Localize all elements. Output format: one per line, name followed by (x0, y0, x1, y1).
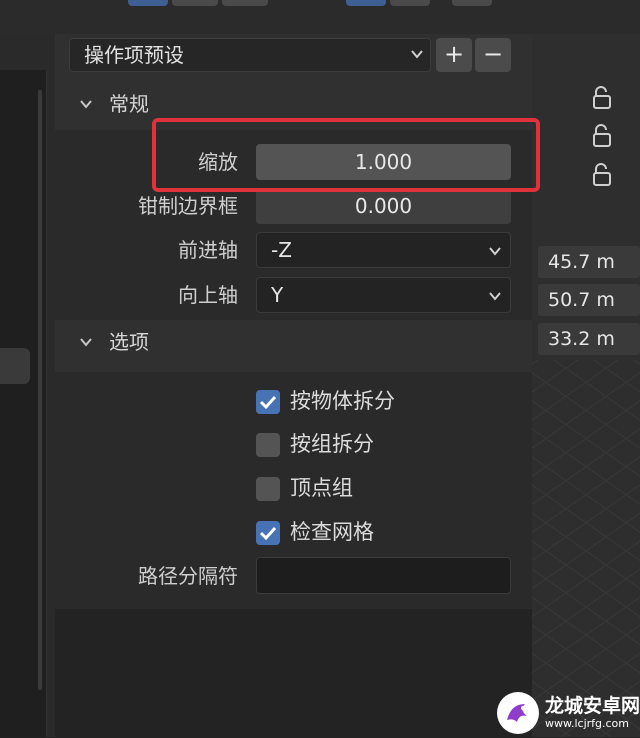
watermark-name: 龙城安卓网 (545, 695, 640, 717)
checkbox-box[interactable] (256, 477, 280, 501)
forward-axis-label: 前进轴 (178, 238, 238, 262)
toolbar-button[interactable] (452, 0, 492, 6)
clamp-bounds-label: 钳制边界框 (138, 194, 238, 218)
checkbox-box[interactable] (256, 390, 280, 414)
up-axis-label: 向上轴 (178, 283, 238, 307)
watermark: 龙城安卓网 www.lcjrfg.com (497, 690, 640, 736)
split-by-group-label: 按组拆分 (290, 432, 374, 456)
dimension-z-field[interactable]: 33.2 m (538, 323, 640, 355)
forward-axis-select[interactable]: -Z (256, 232, 511, 268)
chevron-down-icon (80, 100, 92, 109)
lock-open-icon[interactable] (588, 163, 616, 187)
watermark-url: www.lcjrfg.com (545, 717, 630, 730)
split-by-object-label: 按物体拆分 (290, 389, 395, 413)
toolbar-button[interactable] (390, 0, 430, 6)
section-options-title: 选项 (109, 330, 149, 354)
dragon-logo-icon (507, 704, 527, 722)
checkbox-box[interactable] (256, 433, 280, 457)
check-icon (259, 395, 277, 410)
lock-open-icon[interactable] (588, 86, 616, 110)
dimension-x-field[interactable]: 45.7 m (538, 246, 640, 278)
left-scrollbar[interactable] (38, 90, 42, 690)
dimension-y-field[interactable]: 50.7 m (538, 284, 640, 316)
toolbar-button[interactable] (346, 0, 386, 6)
check-icon (259, 526, 277, 541)
section-options-header[interactable]: 选项 (55, 322, 532, 362)
checkbox-box[interactable] (256, 521, 280, 545)
lock-open-icon[interactable] (588, 124, 616, 148)
clamp-bounds-field[interactable]: 0.000 (256, 188, 511, 224)
validate-meshes-label: 检查网格 (290, 520, 374, 544)
remove-preset-button[interactable]: − (475, 38, 511, 72)
up-axis-value: Y (271, 283, 284, 307)
chevron-down-icon (80, 338, 92, 347)
toolbar-button[interactable] (172, 0, 218, 6)
viewport-grid (532, 360, 640, 737)
top-toolbar (0, 0, 640, 34)
chevron-down-icon (489, 292, 501, 301)
toolbar-button[interactable] (128, 0, 168, 6)
preset-label: 操作项预设 (84, 43, 184, 67)
path-separator-input[interactable] (256, 557, 511, 594)
add-preset-button[interactable]: + (436, 38, 472, 72)
left-panel-tab[interactable] (0, 348, 30, 384)
vertex-groups-label: 顶点组 (290, 476, 353, 500)
toolbar-button[interactable] (222, 0, 268, 6)
up-axis-select[interactable]: Y (256, 277, 511, 313)
chevron-down-icon (411, 50, 423, 59)
forward-axis-value: -Z (271, 238, 292, 262)
path-separator-label: 路径分隔符 (138, 564, 238, 588)
chevron-down-icon (489, 247, 501, 256)
section-general-title: 常规 (109, 92, 149, 116)
watermark-logo (497, 692, 539, 734)
highlight-box (152, 118, 540, 192)
